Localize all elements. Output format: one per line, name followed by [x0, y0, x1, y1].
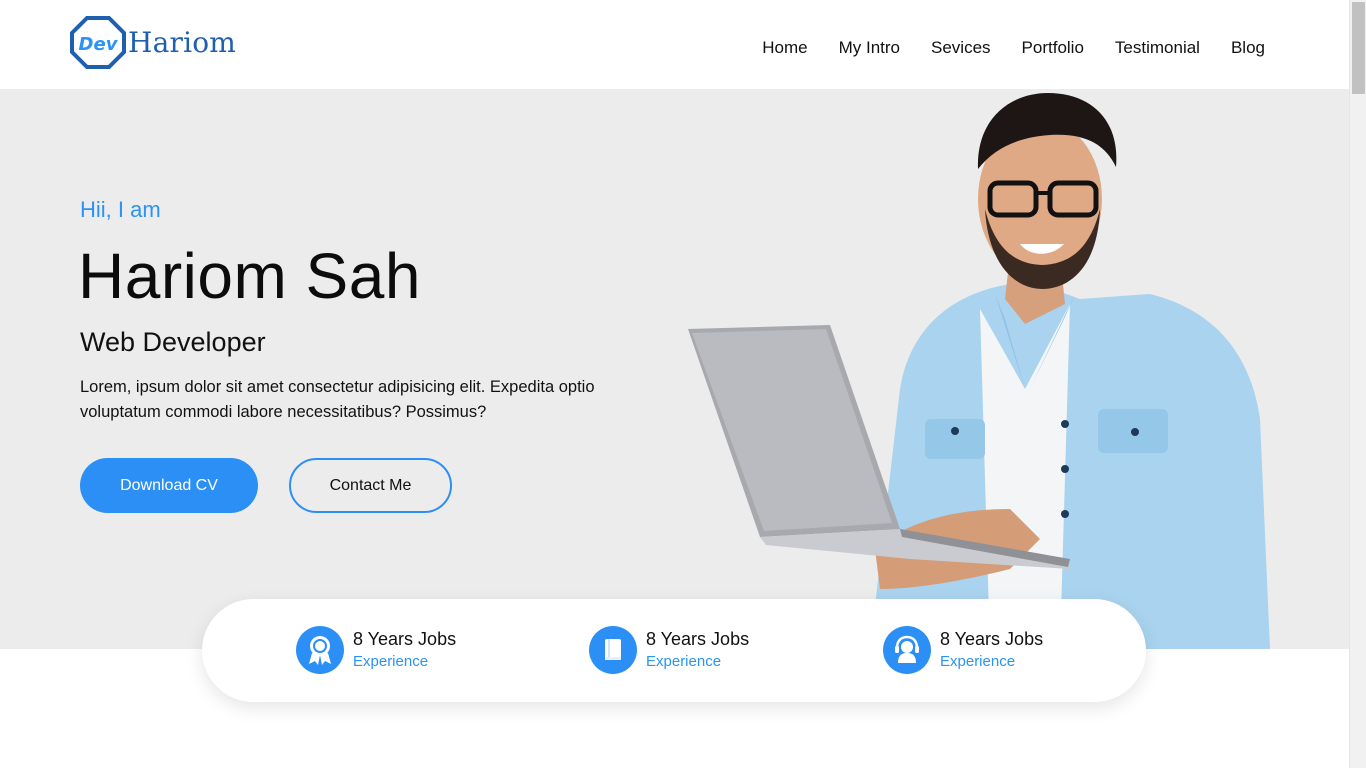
hero-role: Web Developer — [80, 327, 266, 357]
logo[interactable]: Dev Hariom — [70, 14, 236, 70]
stat-title: 8 Years Jobs — [940, 629, 1044, 649]
hero-name: Hariom Sah — [78, 240, 421, 312]
stat-subtitle: Experience — [353, 653, 429, 670]
nav-services[interactable]: Sevices — [931, 38, 991, 58]
site-header: Dev Hariom Home My Intro Sevices Portfol… — [0, 0, 1349, 88]
main-nav: Home My Intro Sevices Portfolio Testimon… — [731, 38, 1265, 58]
logo-badge-text: Dev — [79, 34, 119, 55]
hero-bio: Lorem, ipsum dolor sit amet consectetur … — [80, 378, 595, 421]
contact-me-button[interactable]: Contact Me — [289, 458, 452, 513]
page-scrollbar[interactable] — [1349, 0, 1366, 768]
nav-testimonial[interactable]: Testimonial — [1115, 38, 1200, 58]
logo-name: Hariom — [128, 25, 237, 59]
stat-title: 8 Years Jobs — [353, 629, 457, 649]
nav-home[interactable]: Home — [762, 38, 807, 58]
nav-portfolio[interactable]: Portfolio — [1022, 38, 1084, 58]
stat-subtitle: Experience — [646, 653, 722, 670]
nav-my-intro[interactable]: My Intro — [839, 38, 900, 58]
nav-blog[interactable]: Blog — [1231, 38, 1265, 58]
stat-title: 8 Years Jobs — [646, 629, 750, 649]
scrollbar-thumb[interactable] — [1352, 2, 1365, 94]
stats-card: 8 Years Jobs Experience 8 Years Jobs Exp… — [202, 599, 1146, 702]
stat-item: 8 Years Jobs Experience — [883, 626, 1043, 674]
stat-item: 8 Years Jobs Experience — [296, 626, 456, 674]
download-cv-button[interactable]: Download CV — [80, 458, 258, 513]
book-icon — [589, 626, 637, 674]
stat-item: 8 Years Jobs Experience — [589, 626, 749, 674]
headset-support-icon — [883, 626, 931, 674]
award-ribbon-icon — [296, 626, 344, 674]
dev-badge-icon: Dev — [70, 16, 126, 69]
stat-subtitle: Experience — [940, 653, 1016, 670]
hero-greeting: Hii, I am — [80, 197, 161, 222]
hero-section: Hii, I am Hariom Sah Web Developer Lorem… — [0, 89, 1349, 649]
developer-portrait-image — [688, 93, 1270, 649]
